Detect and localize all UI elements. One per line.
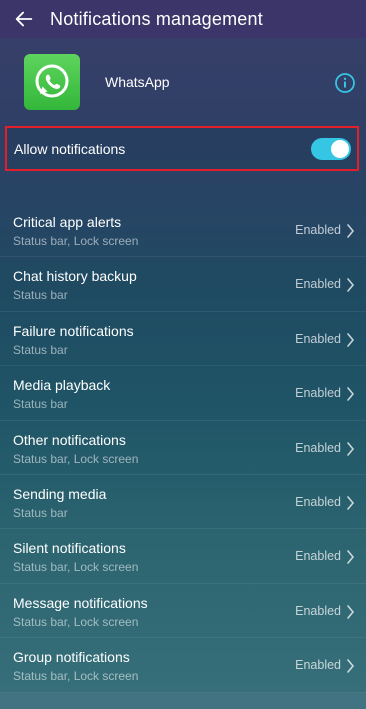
list-item[interactable]: Critical app alerts Status bar, Lock scr…	[0, 203, 366, 258]
item-title: Media playback	[13, 377, 111, 394]
item-subtitle: Status bar	[13, 505, 68, 520]
allow-notifications-row[interactable]: Allow notifications	[5, 126, 359, 171]
item-subtitle: Status bar, Lock screen	[13, 560, 139, 575]
item-status: Enabled	[295, 386, 341, 401]
item-title: Other notifications	[13, 431, 126, 448]
top-bar: Notifications management	[0, 0, 366, 38]
list-item[interactable]: Chat history backup Status bar Enabled	[0, 257, 366, 312]
item-title: Silent notifications	[13, 540, 126, 557]
item-subtitle: Status bar	[13, 397, 68, 412]
list-item[interactable]: Sending media Status bar Enabled	[0, 475, 366, 530]
item-status: Enabled	[295, 494, 341, 509]
chevron-right-icon	[347, 441, 355, 456]
item-subtitle: Status bar, Lock screen	[13, 451, 139, 466]
item-title: Group notifications	[13, 649, 130, 666]
item-title: Failure notifications	[13, 322, 134, 339]
list-item[interactable]: Silent notifications Status bar, Lock sc…	[0, 529, 366, 584]
chevron-right-icon	[347, 387, 355, 401]
item-title: Critical app alerts	[13, 214, 122, 230]
notification-category-list: Critical app alerts Status bar, Lock scr…	[0, 203, 366, 693]
chevron-right-icon	[347, 332, 355, 347]
list-item[interactable]: Message notifications Status bar, Lock s…	[0, 584, 366, 639]
item-status: Enabled	[295, 549, 341, 564]
item-subtitle: Status bar, Lock screen	[13, 669, 139, 684]
info-button[interactable]	[334, 72, 356, 94]
chevron-right-icon	[347, 278, 355, 293]
list-item[interactable]: Media playback Status bar Enabled	[0, 366, 366, 421]
item-subtitle: Status bar, Lock screen	[13, 234, 139, 248]
allow-notifications-toggle[interactable]	[311, 137, 351, 160]
list-item[interactable]: Other notifications Status bar, Lock scr…	[0, 421, 366, 475]
chevron-right-icon	[347, 224, 355, 238]
item-subtitle: Status bar	[13, 342, 68, 357]
item-status: Enabled	[295, 440, 341, 455]
back-button[interactable]	[10, 5, 38, 33]
list-item[interactable]: Group notifications Status bar, Lock scr…	[0, 638, 366, 693]
arrow-back-icon	[15, 11, 33, 27]
item-title: Message notifications	[13, 594, 148, 611]
item-status: Enabled	[295, 658, 341, 673]
item-subtitle: Status bar	[13, 288, 68, 303]
app-header: WhatsApp	[0, 38, 366, 126]
toggle-knob	[331, 139, 349, 158]
chevron-right-icon	[347, 496, 355, 510]
chevron-right-icon	[347, 604, 355, 619]
info-icon	[335, 73, 355, 93]
app-name: WhatsApp	[105, 74, 170, 90]
item-status: Enabled	[295, 331, 341, 346]
item-status: Enabled	[295, 603, 341, 618]
list-item[interactable]: Failure notifications Status bar Enabled	[0, 312, 366, 367]
chevron-right-icon	[347, 550, 355, 565]
bottom-band	[0, 692, 366, 709]
item-title: Chat history backup	[13, 268, 137, 285]
item-status: Enabled	[295, 277, 341, 292]
whatsapp-icon	[24, 54, 80, 110]
item-title: Sending media	[13, 485, 107, 502]
page-title: Notifications management	[50, 8, 263, 29]
allow-notifications-label: Allow notifications	[14, 140, 126, 157]
item-status: Enabled	[295, 223, 341, 237]
chevron-right-icon	[347, 659, 355, 673]
item-subtitle: Status bar, Lock screen	[13, 614, 139, 629]
